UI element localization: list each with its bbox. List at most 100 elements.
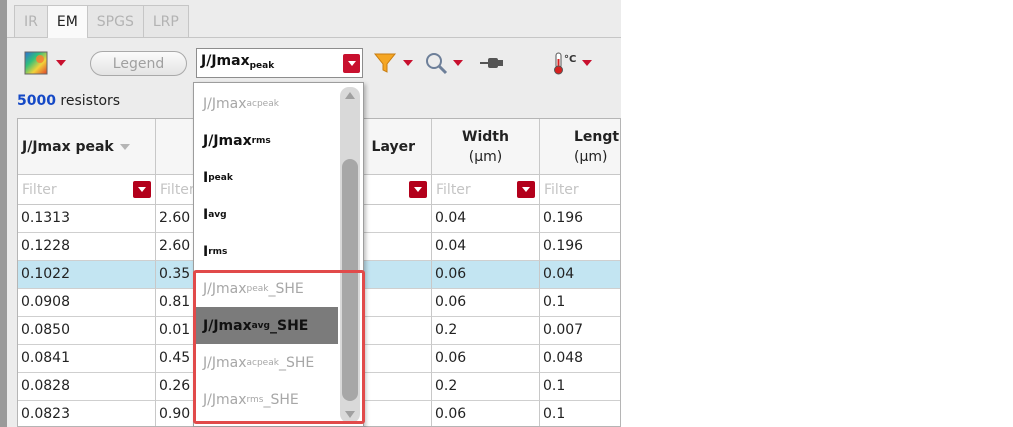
table-cell: 0.04 (432, 233, 540, 261)
filter-cell-length (540, 175, 620, 205)
table-cell: 0.196 (540, 233, 620, 261)
probe-icon (480, 58, 503, 68)
filter-funnel-icon (373, 53, 397, 73)
tab-ir[interactable]: IR (14, 5, 48, 37)
dropdown-option[interactable]: J/Jmax acpeak _SHE (194, 344, 338, 381)
scrollbar-thumb[interactable] (342, 159, 358, 401)
table-cell: 0.04 (432, 205, 540, 233)
option-base-text: J/Jmax (203, 317, 252, 334)
chevron-down-icon (138, 187, 146, 192)
table-cell: 0.1 (540, 401, 620, 426)
option-subscript: peak (246, 283, 269, 294)
table-cell: 0.04 (540, 261, 620, 289)
option-subscript: rms (251, 135, 271, 146)
filter-dropdown-button[interactable] (517, 181, 535, 198)
table-cell: 0.0823 (18, 401, 156, 426)
option-suffix: _SHE (263, 391, 299, 408)
table-cell: 0.1 (540, 373, 620, 401)
option-subscript: peak (208, 172, 233, 183)
filter-input-width[interactable] (434, 179, 513, 201)
column-header-jmax[interactable]: J/Jmax peak (18, 119, 156, 175)
table-cell: 0.1313 (18, 205, 156, 233)
table-cell: 0.196 (540, 205, 620, 233)
table-cell: 0.0828 (18, 373, 156, 401)
dropdown-option[interactable]: Irms (194, 233, 338, 270)
table-cell: 0.1022 (18, 261, 156, 289)
legend-button[interactable]: Legend (90, 51, 187, 76)
filter-cell-jmax (18, 175, 156, 205)
metric-select-value: J/Jmaxpeak (201, 53, 275, 71)
option-suffix: _SHE (268, 280, 304, 297)
table-cell: 0.0908 (18, 289, 156, 317)
filter-cell-width (432, 175, 540, 205)
dropdown-option[interactable]: J/Jmax avg _SHE (194, 307, 338, 344)
scroll-up-icon[interactable] (345, 92, 355, 99)
tab-lrp[interactable]: LRP (142, 5, 189, 37)
metric-select-arrow[interactable] (343, 54, 360, 73)
option-subscript: avg (208, 209, 227, 220)
table-cell: 0.06 (432, 261, 540, 289)
chevron-down-icon (56, 60, 66, 66)
chevron-down-icon (522, 187, 530, 192)
table-cell: 0.0850 (18, 317, 156, 345)
temperature-button[interactable]: °C (552, 50, 592, 76)
dropdown-option[interactable]: Iavg (194, 196, 338, 233)
table-cell: 0.2 (432, 317, 540, 345)
column-header-width[interactable]: Width (µm) (432, 119, 540, 175)
option-subscript: rms (208, 246, 228, 257)
table-cell: 0.06 (432, 401, 540, 426)
tab-divider (7, 37, 621, 38)
thermometer-icon: °C (554, 52, 576, 75)
scroll-down-icon[interactable] (345, 411, 355, 418)
search-button[interactable] (424, 50, 463, 76)
filter-dropdown-button[interactable] (133, 181, 151, 198)
color-map-button[interactable] (24, 50, 66, 76)
magnifier-icon (426, 53, 448, 75)
table-cell: 0.06 (432, 289, 540, 317)
probe-button[interactable] (479, 50, 505, 76)
resistor-count: 5000 resistors (17, 93, 121, 109)
filter-button[interactable] (373, 50, 413, 76)
option-base-text: J/Jmax (203, 95, 247, 112)
filter-input-jmax[interactable] (20, 179, 129, 201)
chevron-down-icon (347, 61, 356, 66)
chevron-down-icon (403, 60, 413, 66)
chevron-down-icon (582, 60, 592, 66)
option-subscript: avg (251, 320, 270, 331)
dropdown-option[interactable]: J/Jmax peak _SHE (194, 270, 338, 307)
option-base-text: J/Jmax (203, 354, 247, 371)
dropdown-option[interactable]: J/Jmax rms _SHE (194, 381, 338, 418)
table-cell: 0.007 (540, 317, 620, 345)
table-cell: 0.2 (432, 373, 540, 401)
tab-em[interactable]: EM (46, 5, 88, 38)
dropdown-option[interactable]: J/Jmax acpeak (194, 85, 338, 122)
option-suffix: _SHE (278, 354, 315, 371)
tab-spgs[interactable]: SPGS (86, 5, 144, 37)
option-subscript: acpeak (246, 98, 279, 109)
option-base-text: J/Jmax (203, 132, 252, 149)
dropdown-option[interactable]: Ipeak (194, 159, 338, 196)
table-cell: 0.1 (540, 289, 620, 317)
toolbar: Legend J/Jmaxpeak °C (14, 44, 621, 82)
color-map-icon (24, 51, 48, 75)
dropdown-option[interactable]: J/Jmax rms (194, 122, 338, 159)
temp-unit-label: °C (564, 54, 576, 65)
filter-dropdown-button[interactable] (409, 181, 427, 198)
sort-desc-icon (119, 143, 130, 150)
table-cell: 0.1228 (18, 233, 156, 261)
metric-select[interactable]: J/Jmaxpeak (196, 48, 363, 78)
option-base-text: J/Jmax (203, 391, 247, 408)
filter-input-length[interactable] (542, 179, 620, 201)
option-suffix: _SHE (270, 317, 309, 334)
option-base-text: J/Jmax (203, 280, 247, 297)
table-cell: 0.048 (540, 345, 620, 373)
option-subscript: acpeak (246, 357, 279, 368)
tab-bar: IR EM SPGS LRP (14, 5, 189, 38)
table-cell: 0.06 (432, 345, 540, 373)
metric-dropdown-list: J/Jmax acpeak J/Jmax rms Ipeak Iavg Irms J/Jmax… (193, 82, 364, 427)
chevron-down-icon (453, 60, 463, 66)
chevron-down-icon (414, 187, 422, 192)
table-cell: 0.0841 (18, 345, 156, 373)
column-header-length[interactable]: Lengt (µm) (540, 119, 620, 175)
dropdown-scrollbar[interactable] (340, 87, 360, 423)
